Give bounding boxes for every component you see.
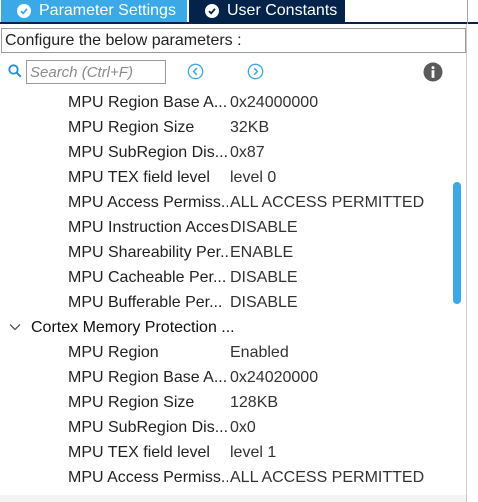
- parameter-row[interactable]: MPU SubRegion Dis... 0x87: [0, 140, 450, 165]
- parameter-name: MPU Region: [68, 344, 159, 361]
- parameter-name: MPU SubRegion Dis...: [68, 144, 228, 161]
- parameter-name: MPU Instruction Acces...: [68, 219, 228, 236]
- parameter-value[interactable]: level 0: [230, 165, 276, 190]
- parameter-value[interactable]: 128KB: [230, 390, 278, 415]
- parameter-name: MPU Region Size: [68, 119, 195, 136]
- panel-border: [466, 24, 467, 502]
- tab-underline: [0, 22, 478, 24]
- parameter-row[interactable]: MPU TEX field level level 0: [0, 165, 450, 190]
- parameter-value[interactable]: DISABLE: [230, 215, 298, 240]
- panel-bottom: [0, 495, 466, 502]
- parameter-row[interactable]: MPU Bufferable Per... DISABLE: [0, 290, 450, 315]
- chevron-down-icon[interactable]: [9, 323, 21, 332]
- info-icon[interactable]: [423, 62, 443, 82]
- parameter-value[interactable]: ENABLE: [230, 240, 293, 265]
- search-input[interactable]: [26, 60, 166, 84]
- circle-chevron-left-icon[interactable]: [187, 63, 204, 80]
- circle-chevron-right-icon[interactable]: [247, 63, 264, 80]
- tree-group-row[interactable]: Cortex Memory Protection ...: [0, 315, 450, 340]
- scrollbar-thumb[interactable]: [453, 182, 461, 304]
- search-icon: [8, 64, 22, 78]
- parameter-name: MPU Access Permiss...: [68, 469, 228, 486]
- parameter-name: MPU Region Size: [68, 394, 195, 411]
- parameter-name: MPU Access Permiss...: [68, 194, 228, 211]
- check-circle-icon: [205, 4, 219, 18]
- tab-bar: Parameter Settings User Constants: [0, 0, 478, 24]
- parameter-row[interactable]: MPU Region Size 32KB: [0, 115, 450, 140]
- tab-label: Parameter Settings: [39, 2, 176, 19]
- parameter-value[interactable]: ALL ACCESS PERMITTED: [230, 465, 424, 490]
- parameter-value[interactable]: 32KB: [230, 115, 269, 140]
- parameter-value[interactable]: DISABLE: [230, 265, 298, 290]
- parameter-row[interactable]: MPU Region Enabled: [0, 340, 450, 365]
- parameter-name: MPU Region Base A...: [68, 369, 228, 386]
- parameter-name: MPU Shareability Per...: [68, 244, 228, 261]
- parameter-name: MPU Cacheable Per...: [68, 269, 227, 286]
- parameter-row[interactable]: MPU SubRegion Dis... 0x0: [0, 415, 450, 440]
- divider: [467, 0, 468, 24]
- parameter-value[interactable]: 0x24020000: [230, 365, 318, 390]
- parameter-row[interactable]: MPU Cacheable Per... DISABLE: [0, 265, 450, 290]
- tab-label: User Constants: [227, 2, 338, 19]
- parameter-value[interactable]: DISABLE: [230, 290, 298, 315]
- parameter-value[interactable]: level 1: [230, 440, 276, 465]
- tab-user-constants[interactable]: User Constants: [189, 0, 345, 22]
- parameter-row[interactable]: MPU Access Permiss... ALL ACCESS PERMITTE…: [0, 465, 450, 490]
- parameter-list: MPU Region Base A... 0x24000000 MPU Region…: [0, 90, 450, 502]
- parameters-description: Configure the below parameters :: [1, 28, 466, 53]
- parameter-name: MPU SubRegion Dis...: [68, 419, 228, 436]
- check-circle-icon: [17, 4, 31, 18]
- tab-parameter-settings[interactable]: Parameter Settings: [1, 0, 187, 22]
- parameter-row[interactable]: MPU Region Base A... 0x24000000: [0, 90, 450, 115]
- parameter-name: MPU Region Base A...: [68, 94, 228, 111]
- parameter-row[interactable]: MPU Access Permiss... ALL ACCESS PERMITTE…: [0, 190, 450, 215]
- parameter-name: MPU TEX field level: [68, 169, 210, 186]
- parameter-row[interactable]: MPU Shareability Per... ENABLE: [0, 240, 450, 265]
- parameter-value[interactable]: 0x87: [230, 140, 265, 165]
- parameter-value[interactable]: ALL ACCESS PERMITTED: [230, 190, 424, 215]
- parameter-value[interactable]: 0x0: [230, 415, 256, 440]
- group-label: Cortex Memory Protection ...: [31, 319, 235, 336]
- parameter-name: MPU Bufferable Per...: [68, 294, 223, 311]
- parameter-value[interactable]: Enabled: [230, 340, 289, 365]
- parameter-name: MPU TEX field level: [68, 444, 210, 461]
- parameter-row[interactable]: MPU Region Size 128KB: [0, 390, 450, 415]
- parameter-value[interactable]: 0x24000000: [230, 90, 318, 115]
- parameter-row[interactable]: MPU TEX field level level 1: [0, 440, 450, 465]
- parameter-row[interactable]: MPU Region Base A... 0x24020000: [0, 365, 450, 390]
- parameter-row[interactable]: MPU Instruction Acces... DISABLE: [0, 215, 450, 240]
